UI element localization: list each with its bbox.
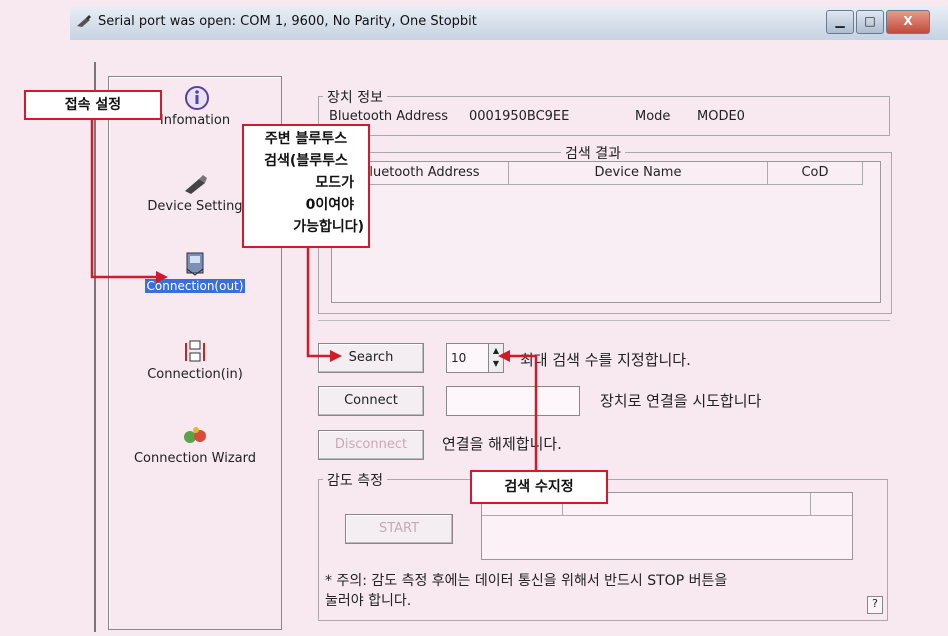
scan-note-line3: 모드가 — [315, 175, 354, 191]
scan-note-line2: 검색(블루투스 — [264, 153, 348, 169]
scan-note-line1: 주변 블루투스 — [264, 131, 348, 147]
arrowhead-scan-note — [330, 350, 342, 362]
callout-count-note: 검색 수지정 — [470, 470, 608, 504]
arrow-connect-setting — [90, 112, 160, 279]
callout-connect-setting: 접속 설정 — [24, 90, 162, 120]
arrow-scan-note — [306, 244, 334, 358]
scan-note-line5: 가능합니다) — [293, 219, 364, 235]
callout-scan-note: 주변 블루투스 검색(블루투스 모드가 0이여야 가능합니다) — [242, 124, 370, 248]
arrow-count-note — [506, 354, 538, 470]
arrowhead-connect-setting — [156, 271, 168, 283]
scan-note-line4: 0이여야 — [305, 197, 354, 213]
arrowhead-count-note — [498, 350, 510, 362]
